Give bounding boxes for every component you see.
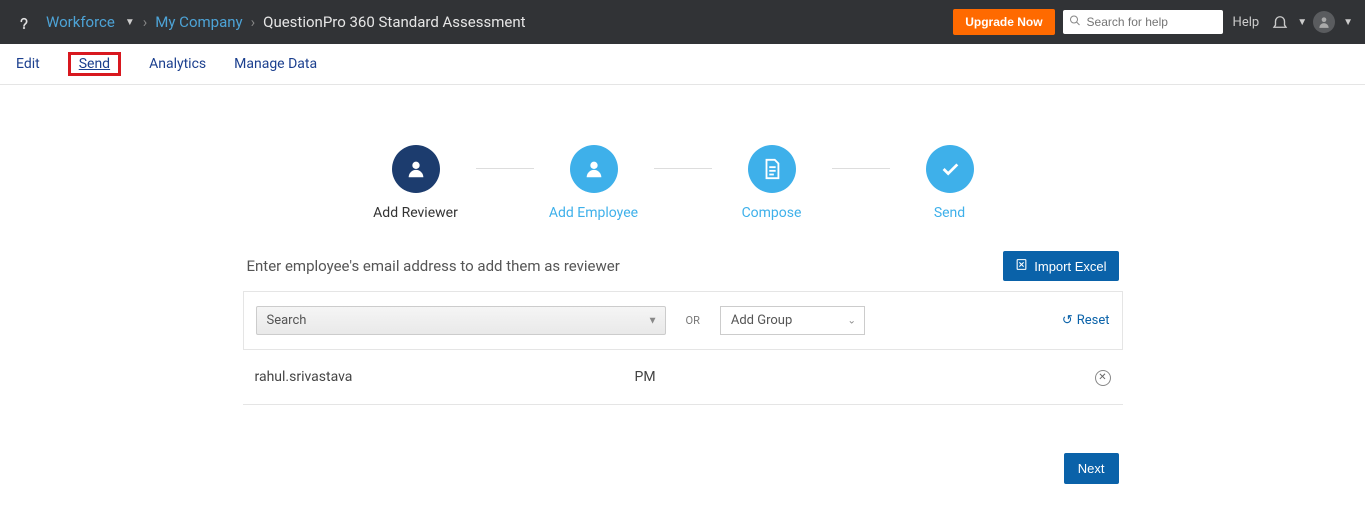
filter-row: Search ▼ OR Add Group ⌄ ↺ Reset [243, 291, 1123, 350]
notifications-icon[interactable] [1271, 13, 1289, 31]
search-select[interactable]: Search ▼ [256, 306, 666, 335]
breadcrumb: Workforce ▼ › My Company › QuestionPro 3… [46, 13, 953, 31]
add-group-label: Add Group [731, 313, 792, 328]
import-excel-label: Import Excel [1034, 259, 1106, 274]
wizard-step-label: Add Reviewer [373, 205, 458, 221]
user-icon [392, 145, 440, 193]
search-select-field: Search [256, 306, 666, 335]
close-icon: ✕ [1095, 370, 1111, 386]
wizard-step-label: Compose [742, 205, 802, 221]
chevron-right-icon: › [251, 13, 256, 31]
user-icon [570, 145, 618, 193]
add-group-select[interactable]: Add Group ⌄ [720, 306, 865, 335]
row-remove[interactable]: ✕ [1095, 368, 1111, 386]
undo-icon: ↺ [1062, 313, 1073, 328]
help-search-wrap [1063, 10, 1223, 34]
avatar-icon [1313, 11, 1335, 33]
footer-actions: Next [243, 453, 1123, 484]
reset-label: Reset [1077, 313, 1110, 328]
nav-edit[interactable]: Edit [16, 56, 40, 72]
caret-down-icon[interactable]: ▼ [125, 17, 135, 28]
reset-link[interactable]: ↺ Reset [1062, 313, 1110, 328]
next-button[interactable]: Next [1064, 453, 1119, 484]
nav-send[interactable]: Send [79, 56, 110, 72]
caret-down-icon[interactable]: ▼ [1297, 17, 1307, 28]
upgrade-button[interactable]: Upgrade Now [953, 9, 1054, 35]
row-role: PM [635, 369, 735, 385]
wizard-step-compose[interactable]: Compose [712, 145, 832, 221]
wizard-step-label: Send [934, 205, 965, 221]
excel-icon [1015, 258, 1028, 274]
wizard-step-send[interactable]: Send [890, 145, 1010, 221]
breadcrumb-module[interactable]: Workforce [46, 13, 115, 31]
chevron-down-icon: ⌄ [847, 315, 855, 326]
document-icon [748, 145, 796, 193]
breadcrumb-company[interactable]: My Company [155, 13, 242, 31]
nav-send-highlight: Send [68, 52, 121, 76]
nav-analytics[interactable]: Analytics [149, 56, 206, 72]
step-connector [654, 168, 712, 169]
row-name: rahul.srivastava [255, 369, 635, 385]
caret-down-icon: ▼ [648, 315, 658, 326]
table-row: rahul.srivastava PM ✕ [243, 350, 1123, 405]
sub-nav: Edit Send Analytics Manage Data [0, 44, 1365, 85]
help-search-input[interactable] [1063, 10, 1223, 34]
help-link[interactable]: Help [1233, 15, 1260, 30]
wizard-step-label: Add Employee [549, 205, 638, 221]
step-connector [832, 168, 890, 169]
app-logo [12, 8, 40, 36]
breadcrumb-current: QuestionPro 360 Standard Assessment [263, 13, 525, 31]
step-connector [476, 168, 534, 169]
wizard-step-add-employee[interactable]: Add Employee [534, 145, 654, 221]
main-content: Enter employee's email address to add th… [243, 251, 1123, 484]
wizard-step-add-reviewer[interactable]: Add Reviewer [356, 145, 476, 221]
instruction-text: Enter employee's email address to add th… [247, 257, 620, 275]
nav-manage-data[interactable]: Manage Data [234, 56, 317, 72]
user-menu[interactable] [1313, 11, 1335, 33]
or-separator: OR [686, 314, 700, 327]
wizard-steps: Add Reviewer Add Employee Compose Send [0, 145, 1365, 221]
import-excel-button[interactable]: Import Excel [1003, 251, 1118, 281]
chevron-right-icon: › [143, 13, 148, 31]
search-icon [1069, 15, 1081, 30]
top-header: Workforce ▼ › My Company › QuestionPro 3… [0, 0, 1365, 44]
caret-down-icon[interactable]: ▼ [1343, 17, 1353, 28]
check-icon [926, 145, 974, 193]
section-header: Enter employee's email address to add th… [243, 251, 1123, 281]
